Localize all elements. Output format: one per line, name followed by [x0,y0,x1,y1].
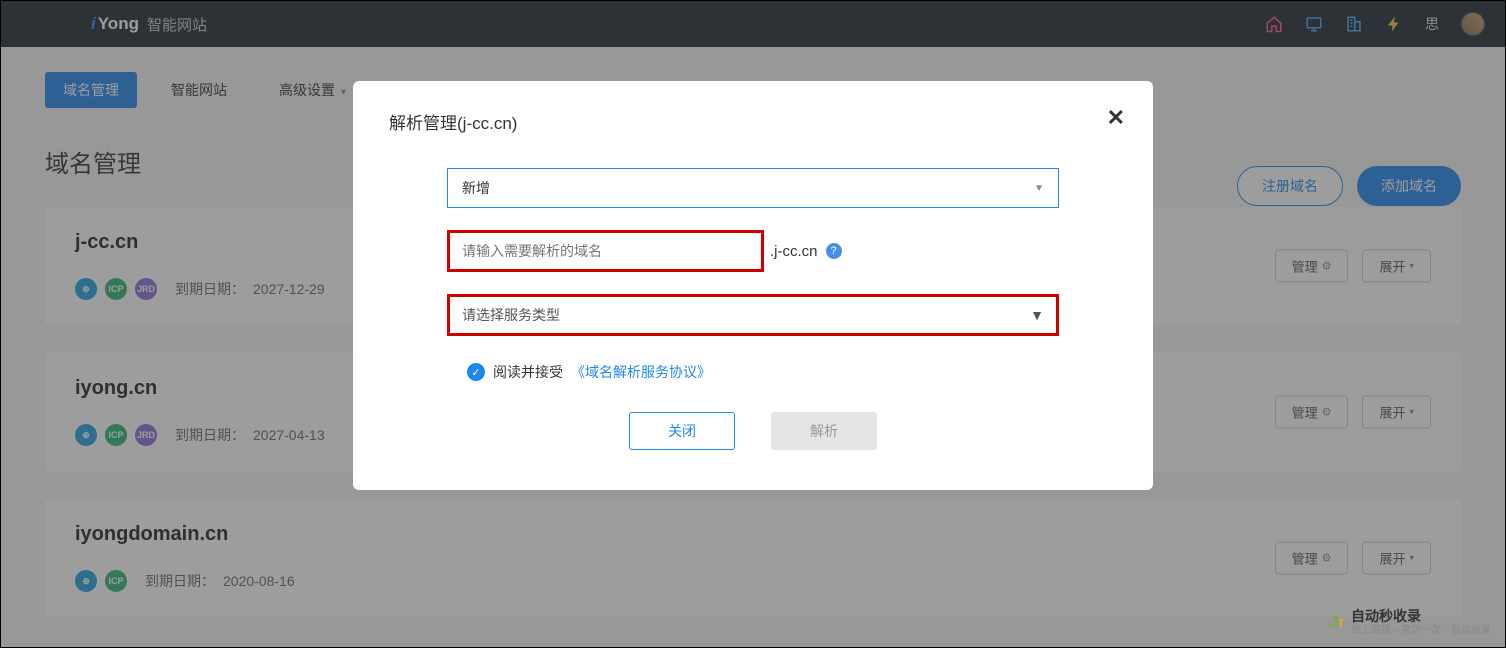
modal-parse-button[interactable]: 解析 [771,412,877,450]
modal-title: 解析管理(j-cc.cn) [389,109,1117,134]
action-select[interactable]: 新增 ▼ [447,168,1059,208]
chevron-down-icon: ▼ [1030,307,1044,323]
modal-overlay: 解析管理(j-cc.cn) ✕ 新增 ▼ .j-cc.cn ? 请选择服务类型 … [1,1,1505,647]
domain-suffix: .j-cc.cn [764,243,818,260]
watermark-logo: Jr [1330,614,1345,632]
help-icon[interactable]: ? [826,243,842,259]
close-icon[interactable]: ✕ [1107,105,1125,131]
watermark-sub: 做上链接→来访一次→自动收录 [1351,625,1491,637]
service-type-select[interactable]: 请选择服务类型 ▼ [447,294,1059,336]
watermark: Jr 自动秒收录 做上链接→来访一次→自动收录 [1330,608,1491,637]
agreement-row: ✓ 阅读并接受 《域名解析服务协议》 [447,362,1059,382]
action-select-value: 新增 [462,178,490,198]
modal-form: 新增 ▼ .j-cc.cn ? 请选择服务类型 ▼ ✓ 阅读并接受 《域名解析服… [389,168,1117,450]
resolve-modal: 解析管理(j-cc.cn) ✕ 新增 ▼ .j-cc.cn ? 请选择服务类型 … [353,81,1153,490]
modal-close-button[interactable]: 关闭 [629,412,735,450]
domain-input[interactable] [447,230,764,272]
agreement-text: 阅读并接受 [493,362,563,382]
agreement-link[interactable]: 《域名解析服务协议》 [571,362,711,382]
service-type-value: 请选择服务类型 [462,305,560,325]
watermark-title: 自动秒收录 [1351,608,1491,625]
chevron-down-icon: ▼ [1034,183,1044,194]
modal-buttons: 关闭 解析 [447,412,1059,450]
check-icon[interactable]: ✓ [467,363,485,381]
domain-input-row: .j-cc.cn ? [447,230,1059,272]
